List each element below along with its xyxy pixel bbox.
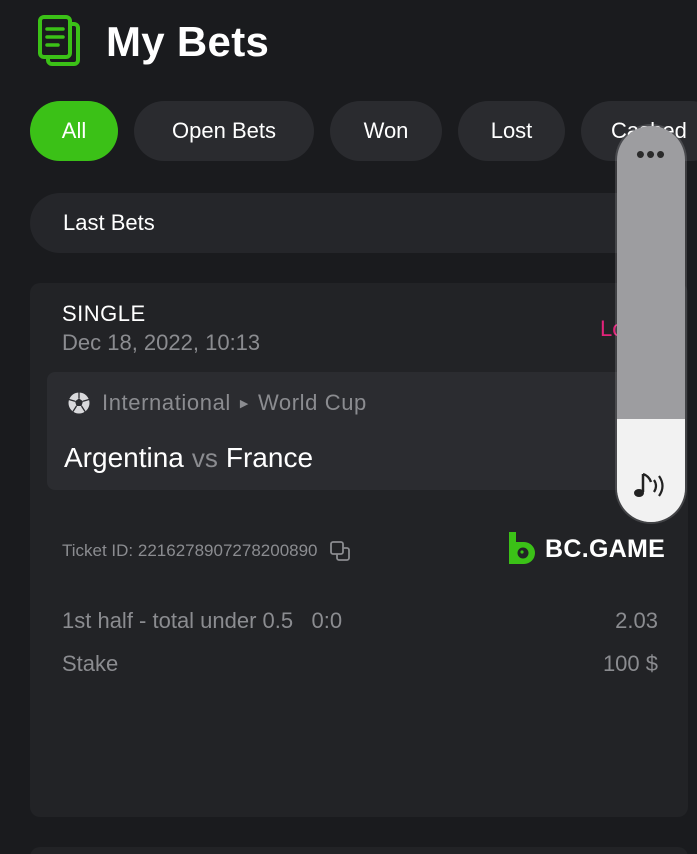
filter-open-bets[interactable]: Open Bets bbox=[134, 101, 314, 161]
bc-game-logo-icon bbox=[509, 532, 535, 564]
page-title: My Bets bbox=[106, 18, 270, 65]
soccer-ball-icon bbox=[68, 392, 90, 414]
last-bets-label: Last Bets bbox=[63, 210, 155, 235]
stake-row: Stake 100 $ bbox=[62, 651, 658, 677]
vs-label: vs bbox=[191, 443, 218, 473]
filter-all[interactable]: All bbox=[30, 101, 118, 161]
league-breadcrumb: International ▶ World Cup bbox=[67, 390, 367, 416]
home-team: Argentina bbox=[64, 442, 184, 473]
brand-name: BC.GAME bbox=[545, 534, 666, 563]
selection-odds: 2.03 bbox=[615, 608, 658, 633]
filter-won[interactable]: Won bbox=[330, 101, 442, 161]
match-info[interactable]: International ▶ World Cup Argentina vs F… bbox=[47, 372, 667, 490]
last-bets-selector[interactable]: Last Bets › bbox=[30, 193, 670, 253]
bc-game-logo: BC.GAME bbox=[507, 530, 665, 568]
selection-label: 1st half - total under 0.5 0:0 bbox=[62, 608, 343, 633]
league-country: International bbox=[102, 390, 231, 415]
my-bets-screen: My Bets All Open Bets Won Lost Cashed La… bbox=[0, 0, 697, 854]
selection-row: 1st half - total under 0.5 0:0 2.03 bbox=[62, 608, 658, 634]
breadcrumb-separator-icon: ▶ bbox=[239, 397, 249, 410]
bet-card[interactable]: SINGLE Dec 18, 2022, 10:13 Lost Internat… bbox=[30, 283, 688, 817]
ticket-id-text: Ticket ID: 2216278907278200890 bbox=[62, 541, 318, 560]
bet-type: SINGLE bbox=[62, 301, 146, 326]
volume-overlay[interactable]: ••• bbox=[617, 126, 685, 522]
away-team: France bbox=[225, 442, 314, 473]
filter-lost[interactable]: Lost bbox=[458, 101, 565, 161]
bet-filter-tabs: All Open Bets Won Lost Cashed bbox=[30, 101, 697, 161]
music-volume-icon bbox=[634, 472, 664, 497]
bet-slip-icon bbox=[38, 15, 80, 66]
ticket-id: Ticket ID: 2216278907278200890 bbox=[62, 539, 352, 563]
stake-value: 100 $ bbox=[602, 651, 658, 676]
bet-date: Dec 18, 2022, 10:13 bbox=[62, 330, 261, 355]
stake-label: Stake bbox=[62, 651, 119, 676]
more-options-icon[interactable]: ••• bbox=[617, 141, 685, 167]
match-teams: Argentina vs France bbox=[64, 442, 313, 474]
copy-icon[interactable] bbox=[328, 539, 352, 563]
league-tournament: World Cup bbox=[257, 390, 367, 415]
next-bet-card[interactable] bbox=[30, 847, 688, 854]
page-header: My Bets bbox=[36, 14, 269, 70]
